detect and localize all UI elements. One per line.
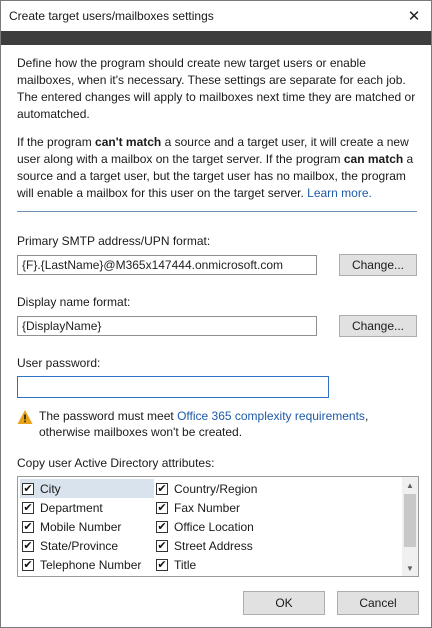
warning-icon (17, 410, 33, 424)
attribute-label: Country/Region (174, 481, 258, 496)
attribute-item[interactable]: ✔ Telephone Number (20, 555, 154, 574)
warning-part1: The password must meet (39, 409, 178, 423)
dialog-title: Create target users/mailboxes settings (9, 9, 214, 23)
attribute-checkbox[interactable]: ✔ (156, 558, 168, 571)
checkmark-icon: ✔ (23, 482, 33, 495)
match-info-bold2: can match (343, 152, 404, 166)
attribute-label: Mobile Number (40, 519, 122, 534)
attribute-checkbox[interactable]: ✔ (156, 539, 168, 552)
match-info-text: If the program can't match a source and … (17, 134, 417, 202)
display-name-change-button[interactable]: Change... (339, 315, 417, 337)
attribute-checkbox[interactable]: ✔ (22, 558, 34, 571)
scroll-down-icon[interactable]: ▼ (402, 560, 418, 576)
checkmark-icon: ✔ (23, 501, 33, 514)
user-password-label: User password: (17, 356, 101, 370)
smtp-format-row: {F}.{LastName}@M365x147444.onmicrosoft.c… (17, 254, 417, 276)
attribute-item[interactable]: ✔ Office Location (154, 517, 288, 536)
checkmark-icon: ✔ (157, 482, 167, 495)
attribute-item[interactable]: ✔ Fax Number (154, 498, 288, 517)
dialog-footer: OK Cancel (243, 591, 419, 615)
header-band (1, 31, 431, 45)
dialog-content: Define how the program should create new… (1, 45, 431, 577)
warning-text: The password must meet Office 365 comple… (39, 408, 417, 440)
checkmark-icon: ✔ (23, 539, 33, 552)
attribute-item[interactable]: ✔ City (20, 479, 154, 498)
attribute-label: Street Address (174, 538, 253, 553)
close-icon[interactable]: ✕ (397, 1, 431, 31)
attribute-item[interactable]: ✔ Country/Region (154, 479, 288, 498)
checkmark-icon: ✔ (23, 520, 33, 533)
attribute-checkbox[interactable]: ✔ (156, 501, 168, 514)
attribute-label: Title (174, 557, 197, 572)
display-name-format-label: Display name format: (17, 295, 131, 309)
checkmark-icon: ✔ (157, 539, 167, 552)
display-name-format-row: {DisplayName} Change... (17, 315, 417, 337)
checkmark-icon: ✔ (157, 558, 167, 571)
ad-attributes-list: ✔ City ✔ Country/Region ✔ Department ✔ Fax Numb… (17, 476, 419, 577)
learn-more-link[interactable]: Learn more. (307, 186, 372, 200)
dialog-window: Create target users/mailboxes settings ✕… (0, 0, 432, 628)
attribute-checkbox[interactable]: ✔ (22, 520, 34, 533)
user-password-field[interactable] (17, 376, 329, 398)
ok-button[interactable]: OK (243, 591, 325, 615)
display-name-format-field[interactable]: {DisplayName} (17, 316, 317, 336)
match-info-bold1: can't match (95, 135, 162, 149)
attribute-checkbox[interactable]: ✔ (22, 501, 34, 514)
ad-attributes-label: Copy user Active Directory attributes: (17, 456, 215, 470)
scroll-up-icon[interactable]: ▲ (402, 477, 418, 493)
attribute-item[interactable]: ✔ Mobile Number (20, 517, 154, 536)
title-bar: Create target users/mailboxes settings ✕ (1, 1, 431, 31)
separator-line (17, 211, 417, 212)
attributes-scrollbar[interactable]: ▲ ▼ (402, 477, 418, 576)
ad-attributes-grid: ✔ City ✔ Country/Region ✔ Department ✔ Fax Numb… (20, 479, 404, 574)
password-warning: The password must meet Office 365 comple… (17, 408, 417, 440)
attribute-label: Office Location (174, 519, 254, 534)
cancel-button[interactable]: Cancel (337, 591, 419, 615)
attribute-label: City (40, 481, 61, 496)
attribute-item[interactable]: ✔ Department (20, 498, 154, 517)
complexity-requirements-link[interactable]: Office 365 complexity requirements (177, 409, 365, 423)
smtp-format-label: Primary SMTP address/UPN format: (17, 234, 211, 248)
attribute-label: Fax Number (174, 500, 241, 515)
match-info-part1: If the program (17, 135, 96, 149)
attribute-label: Department (40, 500, 103, 515)
attribute-item[interactable]: ✔ Street Address (154, 536, 288, 555)
checkmark-icon: ✔ (157, 501, 167, 514)
checkmark-icon: ✔ (23, 558, 33, 571)
attribute-label: State/Province (40, 538, 119, 553)
attribute-label: Telephone Number (40, 557, 142, 572)
intro-text: Define how the program should create new… (17, 56, 416, 121)
smtp-change-button[interactable]: Change... (339, 254, 417, 276)
attribute-checkbox[interactable]: ✔ (156, 520, 168, 533)
checkmark-icon: ✔ (157, 520, 167, 533)
attribute-checkbox[interactable]: ✔ (22, 482, 34, 495)
attribute-checkbox[interactable]: ✔ (22, 539, 34, 552)
smtp-format-field[interactable]: {F}.{LastName}@M365x147444.onmicrosoft.c… (17, 255, 317, 275)
attribute-item[interactable]: ✔ Title (154, 555, 288, 574)
attribute-item[interactable]: ✔ State/Province (20, 536, 154, 555)
attribute-checkbox[interactable]: ✔ (156, 482, 168, 495)
scroll-thumb[interactable] (404, 494, 416, 547)
